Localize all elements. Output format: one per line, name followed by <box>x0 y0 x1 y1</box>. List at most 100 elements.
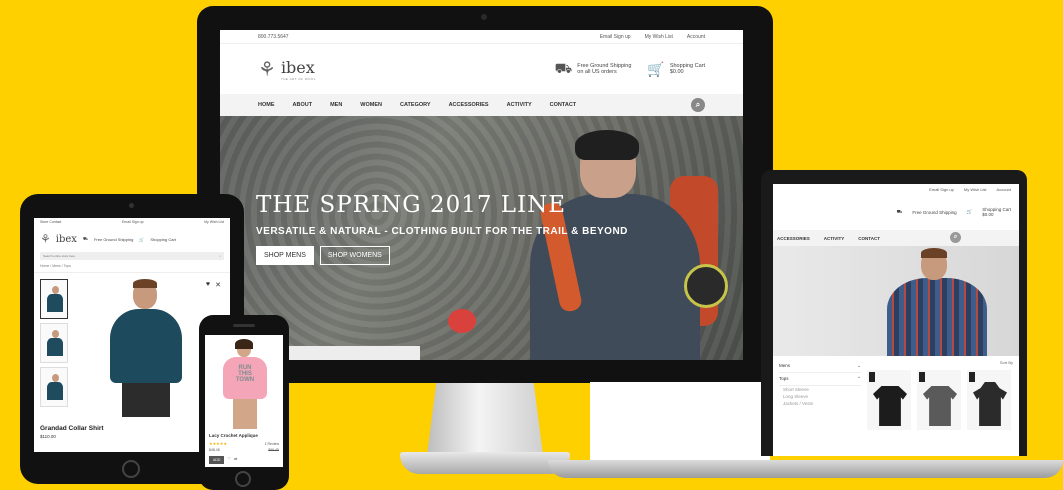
laptop-base <box>548 460 1063 478</box>
compare-icon[interactable]: ✕ <box>215 281 221 289</box>
nav-women[interactable]: WOMEN <box>360 102 382 108</box>
laptop-nav: ACCESSORIES ACTIVITY CONTACT ⌕ <box>773 230 1019 246</box>
red-helmet-image <box>448 309 476 333</box>
laptop-account-link[interactable]: Account <box>997 187 1011 192</box>
nav-category[interactable]: CATEGORY <box>400 102 431 108</box>
hero-banner: THE SPRING 2017 LINE VERSATILE & NATURAL… <box>220 116 743 360</box>
tablet-logo-name: ibex <box>55 233 77 245</box>
desktop-screen: 800.773.5647 Email Sign up My Wish List … <box>220 30 743 360</box>
laptop-cart-amount: $0.00 <box>982 212 994 217</box>
nav-men[interactable]: MEN <box>330 102 342 108</box>
sidebar-long-sleeve[interactable]: Long Sleeve <box>779 393 861 400</box>
tablet-shipping: Free Ground Shipping <box>93 236 134 242</box>
product-card[interactable] <box>967 370 1011 430</box>
tablet-home-button[interactable] <box>122 460 140 478</box>
webcam <box>481 14 487 20</box>
account-link[interactable]: Account <box>687 34 705 40</box>
shop-womens-button[interactable]: SHOP WOMENS <box>319 246 390 265</box>
desktop-header: ⚘ ibex THE ART OF WOOL ⛟ Free Ground Shi… <box>220 44 743 94</box>
tshirt-print: RUN THIS TOWN <box>235 365 255 383</box>
shop-mens-button[interactable]: SHOP MENS <box>256 246 314 265</box>
hero-title: THE SPRING 2017 LINE <box>256 192 567 218</box>
search-icon[interactable]: ⌕ <box>950 232 961 243</box>
phone-home-button[interactable] <box>235 471 251 487</box>
cart-widget[interactable]: 🛒 Shopping Cart $0.00 <box>647 61 705 78</box>
nav-accessories[interactable]: ACCESSORIES <box>449 102 489 108</box>
wishlist-link[interactable]: My Wish List <box>645 34 673 40</box>
phone-speaker <box>233 324 255 327</box>
hero-subtitle: VERSATILE & NATURAL - CLOTHING BUILT FOR… <box>256 226 628 237</box>
product-image: RUN THIS TOWN <box>205 335 283 431</box>
shipping-line2: on all US orders <box>577 69 617 75</box>
laptop: Email Sign up My Wish List Account ⛟ Fre… <box>761 170 1027 456</box>
sidebar-tops[interactable]: Tops ⌃ <box>779 373 861 386</box>
site-logo[interactable]: ⚘ ibex THE ART OF WOOL <box>258 57 316 82</box>
nav-activity[interactable]: ACTIVITY <box>507 102 532 108</box>
search-icon[interactable]: ⌕ <box>691 98 705 112</box>
nav-home[interactable]: HOME <box>258 102 275 108</box>
product-thumbnail[interactable] <box>40 279 68 319</box>
logo-tagline: THE ART OF WOOL <box>280 76 316 81</box>
tablet-contact-link[interactable]: Store Contact <box>40 220 61 224</box>
black-shirt-image <box>873 386 907 426</box>
add-to-cart-button[interactable]: ADD <box>209 456 225 464</box>
nav-contact[interactable]: CONTACT <box>550 102 576 108</box>
cart-icon[interactable]: 🛒 <box>967 209 973 215</box>
heart-icon[interactable]: ♥ <box>206 281 210 288</box>
product-card[interactable] <box>867 370 911 430</box>
category-sidebar: Mens ⌄ Tops ⌃ Short Sleeve Long Sleeve Jac… <box>779 360 861 430</box>
phone-old-price: $69.45 <box>268 448 279 452</box>
product-thumbnail[interactable] <box>40 323 68 363</box>
product-thumbnail[interactable] <box>40 367 68 407</box>
nav-about[interactable]: ABOUT <box>293 102 313 108</box>
tablet-camera <box>129 203 134 208</box>
laptop-wishlist-link[interactable]: My Wish List <box>964 187 987 192</box>
breadcrumb: Home / Mens / Tops <box>34 260 230 273</box>
tablet-cart[interactable]: Shopping Cart <box>150 237 176 242</box>
logo-name: ibex <box>280 57 315 77</box>
hiker-image <box>520 130 728 360</box>
laptop-nav-contact[interactable]: CONTACT <box>858 236 880 241</box>
laptop-shipping: Free Ground Shipping <box>912 209 957 215</box>
phone-product-title: Lacy Crochet Applique <box>209 433 258 438</box>
review-count[interactable]: 1 Review <box>265 442 279 446</box>
sidebar-jackets[interactable]: Jackets / Vests <box>779 400 861 407</box>
tablet-search-input[interactable]: Search entire store here ⌕ <box>40 252 224 260</box>
hoodie-image <box>973 382 1007 426</box>
phone-screen: RUN THIS TOWN Lacy Crochet Applique ★★★★… <box>205 335 283 467</box>
laptop-screen: Email Sign up My Wish List Account ⛟ Fre… <box>773 184 1019 456</box>
phone-price: $48.45 <box>209 448 220 452</box>
monitor-stand <box>427 383 543 455</box>
grey-shirt-image <box>923 386 957 426</box>
chevron-down-icon: ⌄ <box>857 363 861 368</box>
sidebar-short-sleeve[interactable]: Short Sleeve <box>779 386 861 393</box>
laptop-nav-activity[interactable]: ACTIVITY <box>824 236 845 241</box>
sort-by-label[interactable]: Sort By <box>867 360 1013 370</box>
tablet-logo[interactable]: ⚘ ibex <box>40 232 77 246</box>
laptop-nav-accessories[interactable]: ACCESSORIES <box>777 236 810 241</box>
tablet-email-link[interactable]: Email Sign up <box>122 220 144 224</box>
email-signup-link[interactable]: Email Sign up <box>600 34 631 40</box>
truck-icon: ⛟ <box>896 208 903 214</box>
shipping-info: ⛟ Free Ground Shipping on all US orders <box>555 60 632 79</box>
sidebar-mens[interactable]: Mens ⌄ <box>779 360 861 373</box>
laptop-hero <box>773 246 1019 356</box>
truck-icon: ⛟ <box>82 236 88 241</box>
desktop-topbar: 800.773.5647 Email Sign up My Wish List … <box>220 30 743 44</box>
heart-icon[interactable]: ♡ <box>227 456 231 464</box>
bookmark-icon <box>869 372 875 382</box>
search-placeholder: Search entire store here <box>43 254 76 258</box>
tablet-wishlist-link[interactable]: My Wish List <box>204 220 224 224</box>
search-icon: ⌕ <box>219 254 221 258</box>
compare-icon[interactable]: ⇄ <box>234 456 237 464</box>
bookmark-icon <box>969 372 975 382</box>
cart-icon[interactable]: 🛒 <box>139 237 144 242</box>
rating-stars-icon: ★★★★★ <box>209 441 227 446</box>
cart-icon: 🛒 <box>647 60 665 77</box>
plaid-shirt-model-image <box>877 248 997 356</box>
laptop-email-link[interactable]: Email Sign up <box>929 187 954 192</box>
chevron-up-icon: ⌃ <box>857 376 861 381</box>
desktop-nav: HOME ABOUT MEN WOMEN CATEGORY ACCESSORIE… <box>220 94 743 116</box>
product-card[interactable] <box>917 370 961 430</box>
phone: RUN THIS TOWN Lacy Crochet Applique ★★★★… <box>199 315 289 490</box>
